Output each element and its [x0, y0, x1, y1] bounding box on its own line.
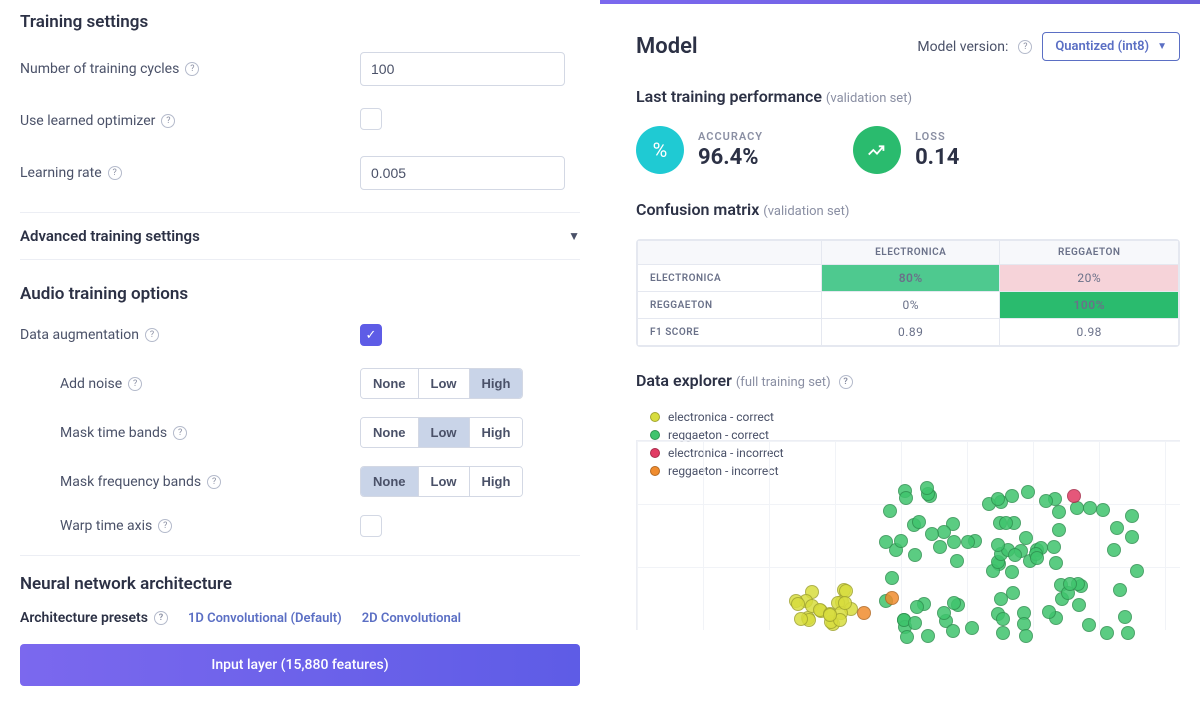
- help-icon[interactable]: ?: [1018, 40, 1032, 54]
- help-icon[interactable]: ?: [161, 114, 175, 128]
- last-training-perf-title: Last training performance (validation se…: [636, 87, 1180, 106]
- confusion-matrix-table: ELECTRONICA REGGAETON ELECTRONICA 80% 20…: [636, 239, 1180, 347]
- mask-freq-toggle[interactable]: None Low High: [360, 466, 523, 497]
- architecture-title: Neural network architecture: [20, 574, 580, 594]
- confusion-matrix-title: Confusion matrix (validation set): [636, 200, 1180, 219]
- model-version-label: Model version:: [917, 39, 1008, 55]
- warp-time-checkbox[interactable]: [360, 515, 382, 537]
- data-explorer-title: Data explorer (full training set) ?: [636, 371, 1180, 390]
- use-learned-optimizer-checkbox[interactable]: [360, 108, 382, 130]
- add-noise-none[interactable]: None: [361, 369, 419, 398]
- learning-rate-label: Learning rate ?: [20, 165, 360, 181]
- chevron-down-icon: ▼: [568, 229, 580, 243]
- mask-time-label: Mask time bands ?: [60, 425, 360, 441]
- mask-time-low[interactable]: Low: [419, 418, 470, 447]
- add-noise-toggle[interactable]: None Low High: [360, 368, 523, 399]
- mask-freq-label: Mask frequency bands ?: [60, 474, 360, 490]
- architecture-presets-label: Architecture presets ?: [20, 610, 168, 626]
- add-noise-high[interactable]: High: [470, 369, 523, 398]
- model-title: Model: [636, 34, 698, 59]
- advanced-training-title: Advanced training settings: [20, 227, 200, 245]
- help-icon[interactable]: ?: [145, 328, 159, 342]
- help-icon[interactable]: ?: [108, 166, 122, 180]
- warp-time-label: Warp time axis ?: [60, 518, 360, 534]
- data-explorer-chart[interactable]: electronica - correct reggaeton - correc…: [636, 410, 1180, 630]
- advanced-training-toggle[interactable]: Advanced training settings ▼: [20, 212, 580, 260]
- mask-time-high[interactable]: High: [470, 418, 523, 447]
- help-icon[interactable]: ?: [839, 375, 853, 389]
- model-version-select[interactable]: Quantized (int8) ▼: [1042, 32, 1180, 61]
- data-augmentation-label: Data augmentation ?: [20, 327, 360, 343]
- mask-freq-none[interactable]: None: [361, 467, 419, 496]
- help-icon[interactable]: ?: [154, 611, 168, 625]
- help-icon[interactable]: ?: [128, 377, 142, 391]
- percent-icon: %: [636, 126, 684, 174]
- help-icon[interactable]: ?: [173, 426, 187, 440]
- help-icon[interactable]: ?: [207, 475, 221, 489]
- chevron-down-icon: ▼: [1157, 41, 1167, 52]
- learning-rate-input[interactable]: [360, 156, 565, 190]
- input-layer-block: Input layer (15,880 features): [20, 644, 580, 686]
- mask-time-toggle[interactable]: None Low High: [360, 417, 523, 448]
- help-icon[interactable]: ?: [158, 519, 172, 533]
- training-cycles-label: Number of training cycles ?: [20, 61, 360, 77]
- training-cycles-input[interactable]: [360, 52, 565, 86]
- mask-freq-low[interactable]: Low: [419, 467, 470, 496]
- preset-2d-conv[interactable]: 2D Convolutional: [362, 611, 461, 626]
- use-learned-optimizer-label: Use learned optimizer ?: [20, 113, 360, 129]
- mask-time-none[interactable]: None: [361, 418, 419, 447]
- add-noise-label: Add noise ?: [60, 376, 360, 392]
- mask-freq-high[interactable]: High: [470, 467, 523, 496]
- accuracy-metric: % ACCURACY 96.4%: [636, 126, 763, 174]
- preset-1d-conv[interactable]: 1D Convolutional (Default): [188, 611, 342, 626]
- audio-training-title: Audio training options: [20, 284, 580, 304]
- chart-icon: [853, 126, 901, 174]
- training-settings-title: Training settings: [20, 12, 580, 32]
- loss-metric: LOSS 0.14: [853, 126, 959, 174]
- data-augmentation-checkbox[interactable]: ✓: [360, 324, 382, 346]
- help-icon[interactable]: ?: [185, 62, 199, 76]
- add-noise-low[interactable]: Low: [419, 369, 470, 398]
